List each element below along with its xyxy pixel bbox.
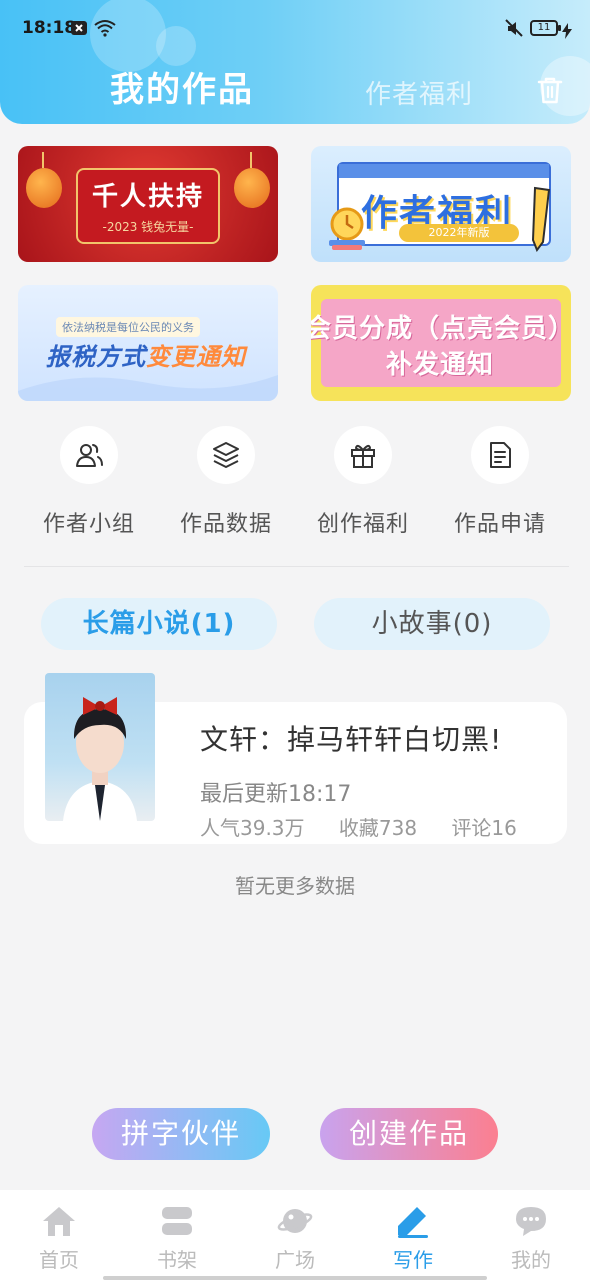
- wifi-icon: [94, 20, 116, 37]
- mute-icon: [505, 19, 523, 37]
- create-work-button[interactable]: 创建作品: [320, 1108, 498, 1160]
- banner-support-subtitle: -2023 钱兔无量-: [102, 220, 194, 234]
- gift-icon: [351, 444, 375, 468]
- section-divider: [24, 566, 569, 567]
- lantern-decor: [234, 152, 270, 208]
- nav-item-square[interactable]: 广场: [236, 1204, 354, 1273]
- nav-label: 写作: [393, 1248, 433, 1272]
- page-title: 我的作品: [110, 70, 254, 110]
- pencil-icon: [531, 186, 551, 252]
- clock-icon: [329, 207, 365, 250]
- layers-icon: [213, 442, 239, 468]
- no-more-data-text: 暂无更多数据: [235, 874, 355, 898]
- chat-icon: [516, 1207, 546, 1236]
- work-last-update: 最后更新18:17: [200, 782, 352, 807]
- status-time: 18:18: [22, 18, 77, 38]
- quick-action-work-data[interactable]: 作品数据: [166, 426, 286, 538]
- nav-item-write[interactable]: 写作: [354, 1204, 472, 1273]
- home-icon: [43, 1207, 75, 1236]
- banner-support-frame: 千人扶持 -2023 钱兔无量-: [76, 168, 220, 244]
- quick-action-creator-benefits[interactable]: 创作福利: [303, 426, 423, 538]
- banner-member-title: 会员分成（点亮会员）补发通知: [311, 314, 571, 380]
- partner-button[interactable]: 拼字伙伴: [92, 1108, 270, 1160]
- home-indicator: [103, 1276, 487, 1280]
- wave-decor: [18, 375, 278, 401]
- header: 18:18 11 我的作品 作者福利: [0, 0, 590, 124]
- work-comments: 评论16: [451, 816, 517, 840]
- banner-benefits-subtitle: 2022年新版: [399, 224, 519, 242]
- tab-long-novel[interactable]: 长篇小说(1): [41, 598, 277, 650]
- tab-short-story[interactable]: 小故事(0): [314, 598, 550, 650]
- bookshelf-icon: [162, 1207, 192, 1235]
- trash-icon[interactable]: [534, 74, 566, 106]
- battery-indicator: 11: [530, 20, 561, 36]
- nav-label: 首页: [39, 1248, 79, 1272]
- status-bar: 18:18 11: [0, 0, 590, 58]
- work-stats: 人气39.3万 收藏738 评论16: [200, 812, 545, 841]
- notification-icon: [71, 21, 87, 35]
- nav-label: 我的: [511, 1248, 551, 1272]
- work-popularity: 人气39.3万: [200, 816, 305, 840]
- users-icon: [76, 444, 103, 467]
- charging-icon: [562, 23, 572, 39]
- nav-item-bookshelf[interactable]: 书架: [118, 1204, 236, 1273]
- banner-author-benefits[interactable]: 作者福利 2022年新版: [311, 146, 571, 262]
- quick-action-label: 作品数据: [179, 512, 272, 537]
- quick-action-author-group[interactable]: 作者小组: [29, 426, 149, 538]
- quick-action-label: 作品申请: [453, 512, 546, 537]
- quick-action-label: 创作福利: [316, 512, 409, 537]
- lantern-decor: [26, 152, 62, 208]
- nav-item-home[interactable]: 首页: [0, 1204, 118, 1273]
- tab-author-benefits[interactable]: 作者福利: [365, 74, 473, 111]
- banner-member-notice[interactable]: 会员分成（点亮会员）补发通知: [311, 285, 571, 401]
- quick-action-work-application[interactable]: 作品申请: [440, 426, 560, 538]
- banner-support-title: 千人扶持: [91, 182, 204, 212]
- work-title[interactable]: 文轩：掉马轩轩白切黑!: [200, 718, 502, 758]
- document-icon: [490, 442, 511, 468]
- cover-portrait: [63, 697, 137, 821]
- quick-action-label: 作者小组: [42, 512, 135, 537]
- nav-item-me[interactable]: 我的: [472, 1204, 590, 1273]
- planet-icon: [277, 1209, 313, 1233]
- banner-support[interactable]: 千人扶持 -2023 钱兔无量-: [18, 146, 278, 262]
- banner-tax-notice[interactable]: 依法纳税是每位公民的义务 报税方式变更通知: [18, 285, 278, 401]
- nav-label: 书架: [157, 1248, 197, 1272]
- work-favorites: 收藏738: [338, 816, 418, 840]
- work-cover[interactable]: [45, 673, 155, 821]
- banner-tax-tag: 依法纳税是每位公民的义务: [56, 317, 200, 337]
- nav-label: 广场: [275, 1248, 315, 1272]
- bottom-nav: 首页 书架 广场 写作 我的: [0, 1190, 590, 1280]
- pen-icon: [398, 1207, 428, 1238]
